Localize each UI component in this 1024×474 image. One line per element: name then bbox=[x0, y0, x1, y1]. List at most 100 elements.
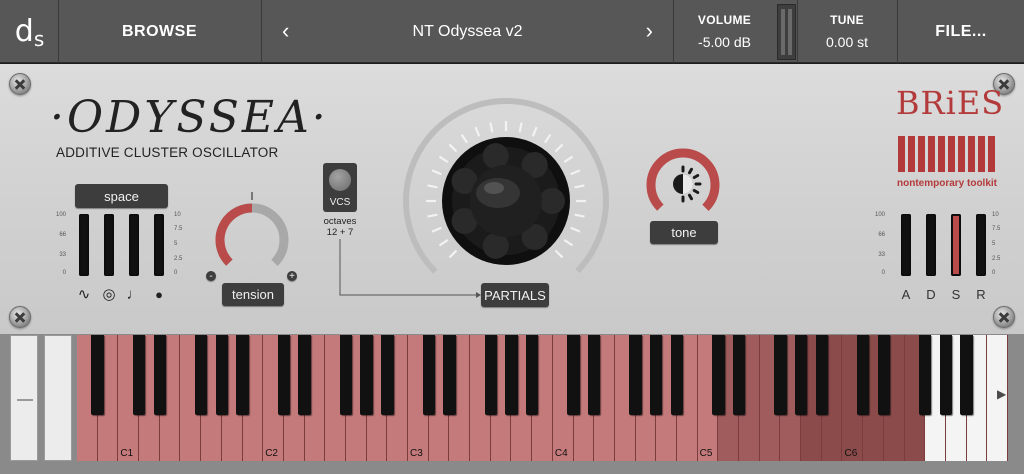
screw-icon bbox=[993, 306, 1015, 328]
ds-logo[interactable]: dS bbox=[0, 0, 58, 63]
partials-knob[interactable] bbox=[402, 97, 610, 305]
black-key[interactable] bbox=[629, 335, 642, 415]
black-key[interactable] bbox=[732, 335, 746, 415]
black-key[interactable] bbox=[153, 335, 166, 415]
black-key[interactable] bbox=[132, 335, 146, 415]
sine-wave-icon: ∿ bbox=[77, 286, 91, 303]
black-key[interactable] bbox=[856, 335, 870, 415]
volume-control[interactable]: VOLUME -5.00 dB bbox=[673, 0, 776, 63]
preset-name: NT Odyssea v2 bbox=[412, 22, 523, 40]
tension-knob[interactable] bbox=[212, 200, 292, 280]
black-key[interactable] bbox=[939, 335, 953, 415]
tune-label: TUNE bbox=[830, 13, 864, 27]
bries-keys-logo bbox=[898, 136, 996, 172]
vcs-label: VCS bbox=[329, 197, 351, 208]
adsr-letter-s: S bbox=[951, 287, 961, 302]
black-key[interactable] bbox=[525, 335, 539, 415]
bries-tagline: nontemporary toolkit bbox=[897, 178, 998, 189]
tune-value[interactable]: 0.00 st bbox=[826, 34, 868, 50]
adsr-scale-left: 100 66 33 0 bbox=[874, 212, 885, 276]
adsr-letter-r: R bbox=[976, 287, 986, 302]
black-key[interactable] bbox=[919, 335, 932, 415]
black-key[interactable] bbox=[794, 335, 808, 415]
preset-selector[interactable]: ‹ NT Odyssea v2 › bbox=[262, 0, 673, 63]
black-key[interactable] bbox=[298, 335, 311, 415]
pitch-wheel[interactable] bbox=[10, 335, 38, 461]
black-key[interactable] bbox=[215, 335, 229, 415]
decay-slider[interactable] bbox=[926, 214, 936, 276]
partials-label: PARTIALS bbox=[481, 283, 549, 307]
sustain-slider[interactable] bbox=[951, 214, 961, 276]
black-key[interactable] bbox=[443, 335, 456, 415]
black-key[interactable] bbox=[588, 335, 601, 415]
octave-label: C6 bbox=[844, 448, 858, 459]
black-key[interactable] bbox=[236, 335, 249, 415]
space-scale-left: 100 66 33 0 bbox=[55, 212, 66, 276]
black-key[interactable] bbox=[650, 335, 663, 415]
bries-logo: BRiES bbox=[896, 84, 1005, 122]
keyboard-area: ◀ C1C2C3C4C5C6 ▶ bbox=[0, 334, 1024, 474]
black-key[interactable] bbox=[712, 335, 725, 415]
release-slider[interactable] bbox=[976, 214, 986, 276]
octaves-readout: octaves 12 + 7 bbox=[323, 216, 357, 238]
space-slider-4[interactable] bbox=[154, 214, 164, 276]
black-key[interactable] bbox=[277, 335, 291, 415]
black-key[interactable] bbox=[422, 335, 435, 415]
browse-button[interactable]: BROWSE bbox=[58, 0, 261, 63]
vcs-button[interactable]: VCS bbox=[323, 163, 357, 212]
black-key[interactable] bbox=[360, 335, 373, 415]
attack-slider[interactable] bbox=[901, 214, 911, 276]
top-bar: dS BROWSE ‹ NT Odyssea v2 › VOLUME -5.00… bbox=[0, 0, 1024, 63]
file-menu-button[interactable]: FILE... bbox=[898, 0, 1024, 63]
tone-knob[interactable] bbox=[644, 146, 722, 224]
black-key[interactable] bbox=[815, 335, 828, 415]
logo-letter: d bbox=[14, 14, 34, 49]
adsr-scale-right: 10 7.5 5 2.5 0 bbox=[992, 212, 1001, 276]
mod-wheel[interactable] bbox=[44, 335, 72, 461]
black-key[interactable] bbox=[774, 335, 787, 415]
black-key[interactable] bbox=[567, 335, 580, 415]
tone-label: tone bbox=[650, 221, 718, 244]
circle-target-icon: ◎ bbox=[102, 286, 116, 303]
sun-brightness-icon bbox=[673, 165, 702, 203]
drop-icon: ● bbox=[155, 287, 163, 302]
bries-key-mark bbox=[918, 136, 925, 172]
space-slider-1[interactable] bbox=[79, 214, 89, 276]
volume-value[interactable]: -5.00 dB bbox=[698, 34, 751, 50]
octave-label: C1 bbox=[120, 448, 134, 459]
octave-up-icon[interactable]: ▶ bbox=[997, 387, 1006, 401]
screw-icon bbox=[9, 73, 31, 95]
tension-plus-button[interactable]: + bbox=[287, 271, 297, 282]
space-slider-3[interactable] bbox=[129, 214, 139, 276]
space-slider-2[interactable] bbox=[104, 214, 114, 276]
black-key[interactable] bbox=[670, 335, 684, 415]
black-key[interactable] bbox=[194, 335, 208, 415]
black-key[interactable] bbox=[960, 335, 973, 415]
space-label: space bbox=[75, 184, 168, 208]
black-key[interactable] bbox=[877, 335, 891, 415]
tension-minus-button[interactable]: - bbox=[206, 271, 216, 282]
tune-control[interactable]: TUNE 0.00 st bbox=[797, 0, 897, 63]
octave-label: C2 bbox=[265, 448, 278, 459]
output-meter bbox=[777, 4, 796, 60]
instrument-panel: ·ODYSSEA· ADDITIVE CLUSTER OSCILLATOR sp… bbox=[0, 64, 1024, 334]
chevron-left-icon[interactable]: ‹ bbox=[282, 18, 289, 44]
logo-sub: S bbox=[33, 26, 44, 51]
vcs-led bbox=[329, 169, 351, 191]
black-key[interactable] bbox=[484, 335, 497, 415]
bries-key-mark bbox=[908, 136, 915, 172]
black-key[interactable] bbox=[91, 335, 104, 415]
black-key[interactable] bbox=[505, 335, 518, 415]
tension-tick bbox=[251, 192, 253, 200]
product-subtitle: ADDITIVE CLUSTER OSCILLATOR bbox=[56, 145, 279, 160]
adsr-letter-d: D bbox=[926, 287, 936, 302]
piano-keyboard[interactable]: C1 C2 C3 C4 C5 C6 bbox=[77, 335, 1008, 461]
black-key[interactable] bbox=[381, 335, 394, 415]
bries-key-mark bbox=[988, 136, 995, 172]
octave-label: C5 bbox=[699, 448, 713, 459]
chevron-right-icon[interactable]: › bbox=[646, 18, 653, 44]
note-icon: ♩ bbox=[126, 286, 142, 303]
volume-label: VOLUME bbox=[697, 13, 752, 27]
black-key[interactable] bbox=[339, 335, 353, 415]
bries-key-mark bbox=[948, 136, 955, 172]
